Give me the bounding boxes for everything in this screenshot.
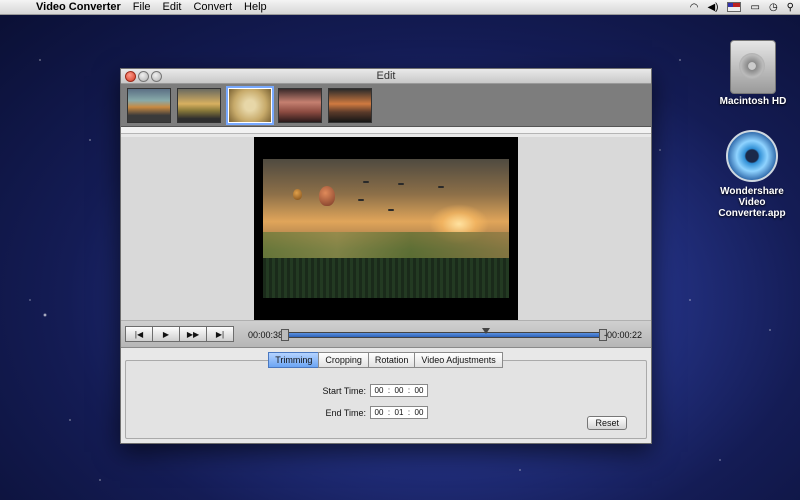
time-separator: : <box>407 386 411 395</box>
menu-convert[interactable]: Convert <box>193 1 232 13</box>
status-area: ◠ ◀) ▭ ◷ ⚲ <box>690 0 794 14</box>
end-seconds[interactable]: 00 <box>413 408 425 417</box>
thumbnail-scrollbar[interactable] <box>121 127 651 134</box>
start-hours[interactable]: 00 <box>373 386 385 395</box>
play-button[interactable]: ▶ <box>152 326 180 342</box>
video-thumbnail[interactable] <box>127 88 171 123</box>
video-thumbnail[interactable] <box>328 88 372 123</box>
reset-button[interactable]: Reset <box>587 416 627 430</box>
menu-file[interactable]: File <box>133 1 151 13</box>
desktop-icon-macintosh-hd[interactable]: Macintosh HD <box>718 40 788 107</box>
previous-button[interactable]: |◀ <box>125 326 153 342</box>
timeline-slider[interactable] <box>281 328 607 341</box>
end-time-label: End Time: <box>325 407 366 418</box>
menu-help[interactable]: Help <box>244 1 267 13</box>
tab-cropping[interactable]: Cropping <box>318 352 369 368</box>
desktop-icon-label: Macintosh HD <box>719 96 787 107</box>
window-title: Edit <box>376 70 396 82</box>
start-time-field[interactable]: 00 : 00 : 00 <box>370 384 428 397</box>
trimming-panel: Start Time: 00 : 00 : 00 End Time: 00 : … <box>125 360 647 439</box>
video-preview <box>254 137 518 320</box>
end-time-row: End Time: 00 : 01 : 00 <box>126 406 646 419</box>
playback-controls: |◀ ▶ ▶▶ ▶| 00:00:38 -00:00:22 <box>121 321 651 348</box>
start-time-row: Start Time: 00 : 00 : 00 <box>126 384 646 397</box>
title-bar[interactable]: Edit <box>121 69 651 84</box>
time-separator: : <box>387 386 391 395</box>
clock-icon[interactable]: ◷ <box>769 2 778 13</box>
end-minutes[interactable]: 01 <box>393 408 405 417</box>
battery-icon[interactable]: ▭ <box>750 2 759 13</box>
volume-icon[interactable]: ◀) <box>707 2 718 13</box>
video-thumbnail[interactable] <box>177 88 221 123</box>
edit-window: Edit |◀ ▶ ▶▶ ▶| 00:00:38 -00:00:22 Start… <box>120 68 652 444</box>
time-separator: : <box>407 408 411 417</box>
video-thumbnail-selected[interactable] <box>226 86 274 125</box>
edit-tabs: Trimming Cropping Rotation Video Adjustm… <box>121 352 651 368</box>
thumbnail-strip <box>121 84 651 127</box>
desktop-icon-wondershare[interactable]: Wondershare Video Converter.app <box>708 130 796 219</box>
remaining-time: -00:00:22 <box>603 330 642 340</box>
tab-rotation[interactable]: Rotation <box>367 352 416 368</box>
start-seconds[interactable]: 00 <box>413 386 425 395</box>
hard-drive-icon <box>730 40 776 94</box>
tab-trimming[interactable]: Trimming <box>268 352 320 368</box>
start-minutes[interactable]: 00 <box>393 386 405 395</box>
spotlight-icon[interactable]: ⚲ <box>787 2 794 13</box>
next-button[interactable]: ▶| <box>206 326 234 342</box>
menu-edit[interactable]: Edit <box>163 1 182 13</box>
menu-bar: Video Converter File Edit Convert Help ◠… <box>0 0 800 15</box>
end-hours[interactable]: 00 <box>373 408 385 417</box>
desktop-icon-label: Wondershare Video Converter.app <box>718 186 786 219</box>
input-flag-icon[interactable] <box>727 2 742 12</box>
video-thumbnail[interactable] <box>278 88 322 123</box>
playhead[interactable] <box>482 328 490 334</box>
preview-area <box>121 137 651 321</box>
menu-app-name[interactable]: Video Converter <box>36 1 121 13</box>
elapsed-time: 00:00:38 <box>248 330 284 340</box>
end-time-field[interactable]: 00 : 01 : 00 <box>370 406 428 419</box>
app-icon <box>726 130 778 182</box>
video-frame <box>263 159 509 298</box>
trim-start-handle[interactable] <box>281 329 289 341</box>
time-separator: : <box>387 408 391 417</box>
fast-forward-button[interactable]: ▶▶ <box>179 326 207 342</box>
tab-video-adjustments[interactable]: Video Adjustments <box>414 352 503 368</box>
wifi-icon[interactable]: ◠ <box>690 2 699 13</box>
start-time-label: Start Time: <box>322 385 366 396</box>
